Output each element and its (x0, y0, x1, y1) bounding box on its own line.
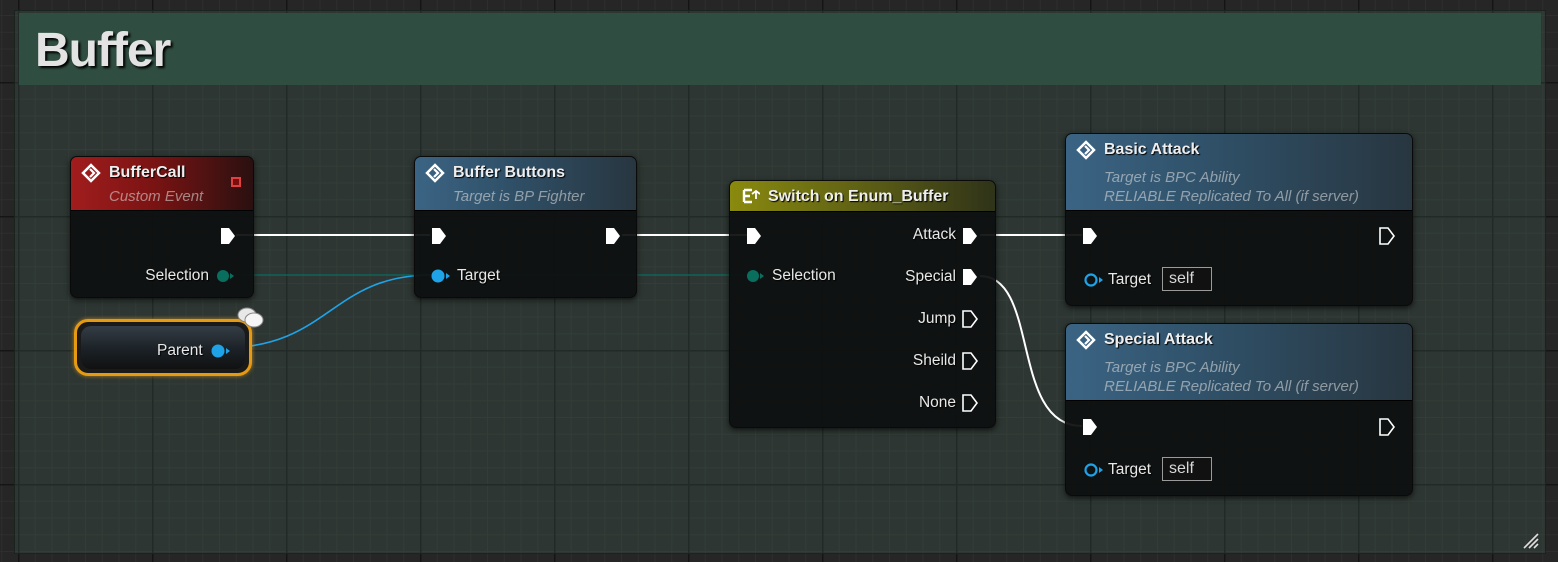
target-pin-label: Target (1108, 461, 1152, 478)
exec-in-pin[interactable] (745, 226, 763, 246)
diamond-event-icon (81, 163, 101, 183)
exec-out-pin[interactable] (604, 226, 622, 246)
basic-attack-subtitle-replication: RELIABLE Replicated To All (if server) (1104, 188, 1359, 205)
target-default-value-field[interactable]: self (1162, 457, 1212, 481)
special-attack-subtitle-target: Target is BPC Ability (1104, 359, 1240, 376)
byte-in-pin[interactable] (745, 268, 765, 284)
resize-grip-icon[interactable] (1521, 531, 1539, 549)
target-default-value-field[interactable]: self (1162, 267, 1212, 291)
basic-attack-node[interactable]: Basic Attack Target is BPC Ability RELIA… (1065, 133, 1413, 306)
special-attack-node[interactable]: Special Attack Target is BPC Ability REL… (1065, 323, 1413, 496)
exec-out-pin-attack[interactable] (961, 226, 979, 246)
basic-attack-title: Basic Attack (1104, 141, 1200, 158)
object-in-pin[interactable] (1082, 272, 1104, 288)
switch-on-enum-node[interactable]: Switch on Enum_Buffer Selection Attack S… (729, 180, 996, 428)
buffercall-subtitle: Custom Event (109, 188, 204, 205)
exec-out-pin-none[interactable] (961, 393, 979, 413)
sheild-pin-label: Sheild (912, 352, 956, 369)
diamond-function-icon (425, 163, 445, 183)
target-pin-label: Target (1108, 271, 1152, 288)
basic-attack-subtitle-target: Target is BPC Ability (1104, 169, 1240, 186)
object-in-pin[interactable] (429, 268, 451, 284)
switch-header[interactable]: Switch on Enum_Buffer (730, 181, 995, 212)
jump-pin-label: Jump (918, 310, 956, 327)
exec-out-pin-special[interactable] (961, 267, 979, 287)
target-pin-label: Target (457, 267, 501, 284)
buffer-buttons-header[interactable]: Buffer Buttons Target is BP Fighter (415, 157, 636, 211)
diamond-function-icon (1076, 330, 1096, 350)
selection-pin-label: Selection (772, 267, 836, 284)
buffercall-title: BufferCall (109, 164, 186, 181)
special-attack-header[interactable]: Special Attack Target is BPC Ability REL… (1066, 324, 1412, 401)
buffer-buttons-title: Buffer Buttons (453, 164, 565, 181)
diamond-function-icon (1076, 140, 1096, 160)
buffer-buttons-node[interactable]: Buffer Buttons Target is BP Fighter Targ… (414, 156, 637, 298)
buffer-buttons-subtitle: Target is BP Fighter (453, 188, 585, 205)
special-pin-label: Special (905, 268, 956, 285)
buffercall-node[interactable]: BufferCall Custom Event Selection (70, 156, 254, 298)
basic-attack-header[interactable]: Basic Attack Target is BPC Ability RELIA… (1066, 134, 1412, 211)
exec-out-pin-sheild[interactable] (961, 351, 979, 371)
byte-out-pin[interactable] (215, 268, 235, 284)
exec-out-pin[interactable] (219, 226, 237, 246)
comment-bubble-icon[interactable] (236, 304, 266, 330)
special-attack-title: Special Attack (1104, 331, 1213, 348)
exec-out-pin-jump[interactable] (961, 309, 979, 329)
buffercall-header[interactable]: BufferCall Custom Event (71, 157, 253, 211)
comment-title: Buffer (35, 24, 171, 77)
attack-pin-label: Attack (912, 226, 956, 243)
exec-in-pin[interactable] (1081, 417, 1099, 437)
object-in-pin[interactable] (1082, 462, 1104, 478)
exec-in-pin[interactable] (1081, 226, 1099, 246)
selection-pin-label: Selection (145, 267, 209, 284)
parent-variable-node[interactable]: Parent (74, 319, 252, 376)
exec-out-pin[interactable] (1378, 226, 1396, 246)
replicate-indicator-icon (231, 177, 241, 187)
object-out-pin[interactable] (209, 343, 231, 359)
special-attack-subtitle-replication: RELIABLE Replicated To All (if server) (1104, 378, 1359, 395)
exec-in-pin[interactable] (430, 226, 448, 246)
parent-label: Parent (157, 342, 203, 359)
comment-header[interactable]: Buffer (19, 13, 1541, 85)
switch-title: Switch on Enum_Buffer (768, 188, 949, 205)
exec-out-pin[interactable] (1378, 417, 1396, 437)
switch-enum-icon (742, 188, 760, 204)
none-pin-label: None (918, 394, 956, 411)
